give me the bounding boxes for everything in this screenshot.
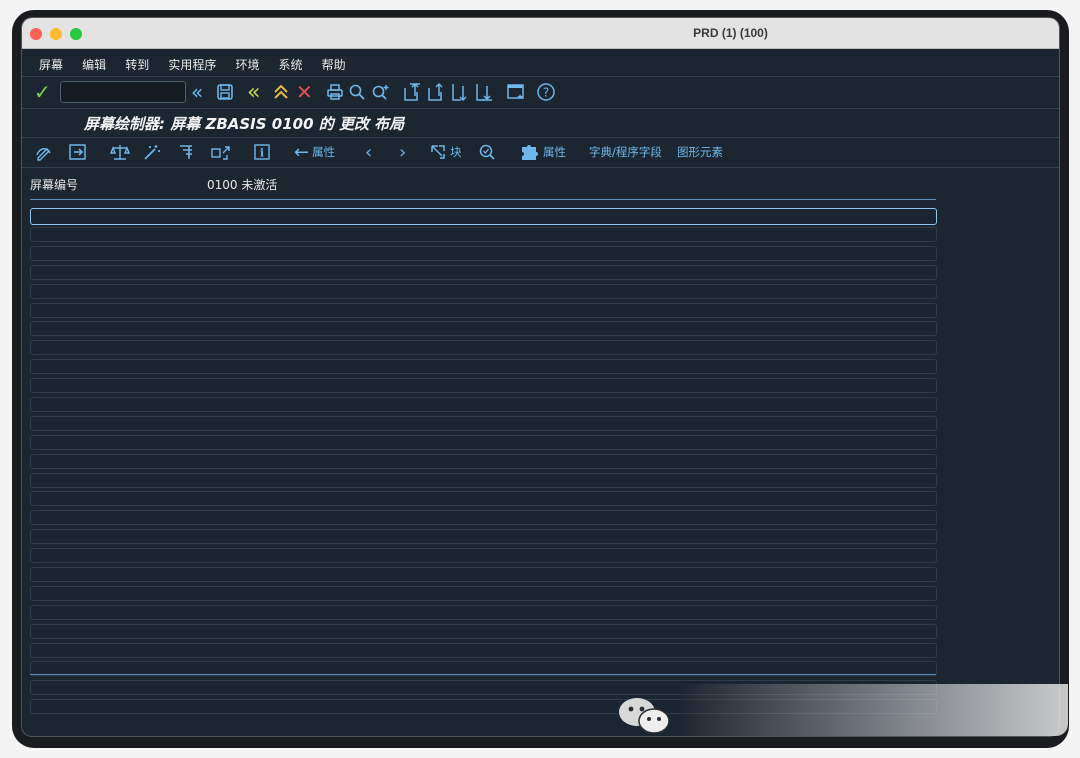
layout-row[interactable] [30, 340, 937, 356]
save-icon[interactable] [216, 82, 234, 102]
layout-row[interactable] [30, 264, 937, 280]
layout-top-divider [30, 199, 936, 200]
attributes-label-1: 属性 [312, 145, 336, 159]
menu-system[interactable]: 系统 [279, 56, 303, 73]
layout-row[interactable] [30, 453, 937, 469]
exit-icon[interactable] [272, 82, 290, 102]
layout-row[interactable] [30, 227, 937, 242]
move-element-icon[interactable] [210, 142, 232, 162]
first-page-icon[interactable] [402, 82, 422, 102]
menu-edit[interactable]: 编辑 [82, 56, 106, 73]
find-icon[interactable] [348, 82, 366, 102]
layout-row[interactable] [30, 529, 937, 545]
info-icon[interactable]: i [253, 142, 271, 162]
layout-row[interactable] [30, 491, 937, 507]
layout-row[interactable] [30, 510, 937, 526]
layout-grid[interactable] [30, 208, 937, 718]
watermark-fade [680, 684, 1068, 736]
flow-logic-icon[interactable] [177, 142, 195, 162]
layout-row[interactable] [30, 567, 937, 583]
menu-bar: 屏幕 编辑 转到 实用程序 环境 系统 帮助 [22, 48, 1059, 77]
layout-row[interactable] [30, 245, 937, 261]
next-page-icon[interactable] [450, 82, 470, 102]
layout-row[interactable] [30, 397, 937, 413]
layout-row[interactable] [30, 321, 937, 337]
standard-toolbar: ✓ « « ✕ ? [22, 76, 1059, 109]
dict-program-fields-button[interactable]: 字典/程序字段 [586, 142, 662, 162]
back-icon[interactable]: « [247, 80, 260, 105]
zoom-check-icon[interactable] [478, 142, 496, 162]
block-label: 块 [450, 145, 462, 159]
toggle-display-change-icon[interactable] [34, 142, 54, 162]
layout-row[interactable] [30, 623, 937, 639]
layout-row[interactable] [30, 359, 937, 375]
chevron-left-icon[interactable]: ‹ [365, 142, 372, 163]
last-page-icon[interactable] [474, 82, 494, 102]
layout-row[interactable] [30, 378, 937, 394]
menu-help[interactable]: 帮助 [322, 56, 346, 73]
menu-environment[interactable]: 环境 [235, 56, 259, 73]
block-button[interactable]: 块 [429, 142, 462, 162]
layout-row[interactable] [30, 415, 937, 431]
arrow-left-icon: ← [294, 141, 310, 163]
help-icon[interactable]: ? [536, 82, 556, 102]
graphic-elements-label: 图形元素 [677, 145, 723, 159]
menu-screen[interactable]: 屏幕 [39, 56, 63, 73]
screen-number-label: 屏幕编号 [30, 178, 79, 192]
previous-page-icon[interactable] [426, 82, 446, 102]
screen-number-value: 0100 未激活 [207, 178, 278, 192]
menu-utilities[interactable]: 实用程序 [168, 56, 216, 73]
layout-row[interactable] [30, 283, 937, 299]
title-row: 屏幕绘制器: 屏幕 ZBASIS 0100 的 更改 布局 [22, 108, 1059, 138]
print-icon[interactable] [326, 82, 344, 102]
command-field[interactable] [60, 81, 186, 103]
layout-bottom-divider [30, 674, 936, 675]
dict-fields-label: 字典/程序字段 [589, 145, 662, 159]
title-bar: PRD (1) (100) [22, 18, 1059, 49]
application-toolbar: i ← 属性 ‹ › 块 属性 字典/程序字段 图形元素 [22, 137, 1059, 168]
svg-text:i: i [260, 147, 264, 160]
layout-row[interactable] [30, 548, 937, 564]
graphic-elements-button[interactable]: 图形元素 [674, 142, 723, 162]
layout-row[interactable] [30, 585, 937, 601]
puzzle-icon [522, 145, 538, 160]
layout-row[interactable] [30, 642, 937, 658]
check-icon[interactable]: ✓ [34, 80, 51, 104]
select-block-icon [431, 145, 445, 159]
layout-row-active[interactable] [30, 208, 937, 225]
find-next-icon[interactable] [371, 82, 391, 102]
window-title: PRD (1) (100) [693, 26, 768, 40]
sap-window: PRD (1) (100) 屏幕 编辑 转到 实用程序 环境 系统 帮助 ✓ «… [22, 18, 1059, 736]
layout-row[interactable] [30, 604, 937, 620]
page-title: 屏幕绘制器: 屏幕 ZBASIS 0100 的 更改 布局 [84, 115, 405, 133]
attributes-button-2[interactable]: 属性 [520, 142, 566, 162]
layout-row[interactable] [30, 434, 937, 450]
svg-text:?: ? [543, 86, 549, 100]
cancel-icon[interactable]: ✕ [296, 80, 313, 104]
other-object-icon[interactable] [68, 142, 88, 162]
layout-row[interactable] [30, 302, 937, 318]
new-window-icon[interactable] [506, 82, 526, 102]
magic-wand-icon[interactable] [142, 142, 162, 162]
wechat-logo [619, 698, 670, 734]
layout-row[interactable] [30, 472, 937, 488]
back-double-icon[interactable]: « [191, 80, 203, 104]
menu-goto[interactable]: 转到 [125, 56, 149, 73]
attributes-button-1[interactable]: ← 属性 [294, 141, 336, 163]
check-balance-icon[interactable] [110, 142, 130, 162]
attributes-label-2: 属性 [543, 145, 566, 159]
chevron-right-icon[interactable]: › [399, 142, 406, 163]
